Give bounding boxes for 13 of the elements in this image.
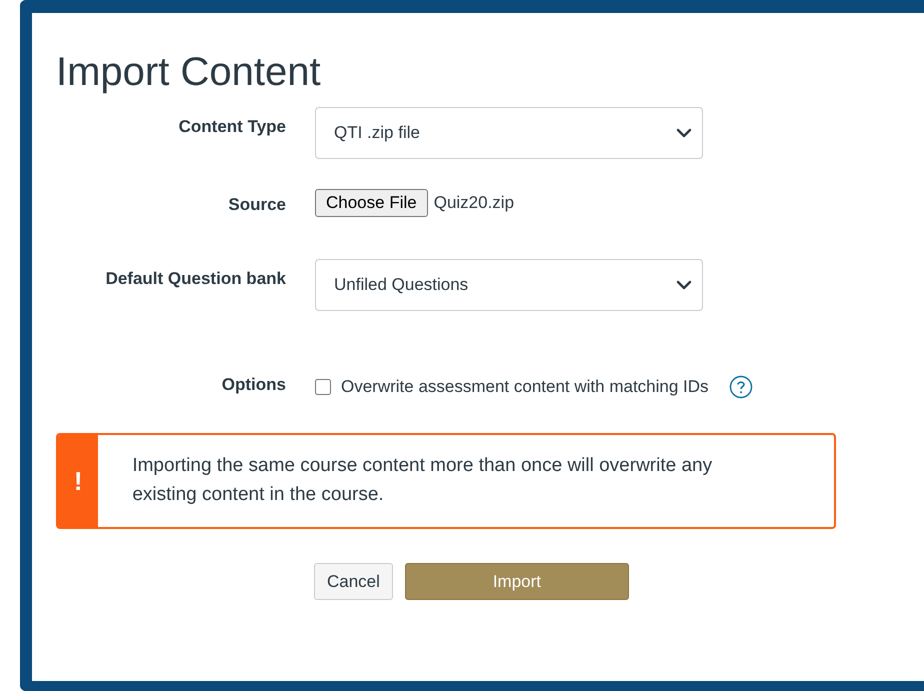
dropdown-select[interactable]: QTI .zip file [315,107,703,159]
field-label: Options [222,375,286,395]
choose-file-button[interactable]: Choose File [315,189,428,217]
field-label: Content Type [178,116,286,137]
field-label: Source [228,194,286,215]
page-title: Import Content [56,49,322,95]
field-label: Default Question bank [106,268,286,289]
file-name: Quiz20.zip [434,193,514,213]
alert-message: Importing the same course content more than once will overwrite any existing content in the course. [131,454,714,507]
dropdown-select[interactable]: Unfiled Questions [315,259,703,311]
alert-mark: ! [58,435,98,527]
cancel-button[interactable]: Cancel [314,563,393,600]
option-label: Overwrite assessment content with matching IDs [341,377,709,397]
